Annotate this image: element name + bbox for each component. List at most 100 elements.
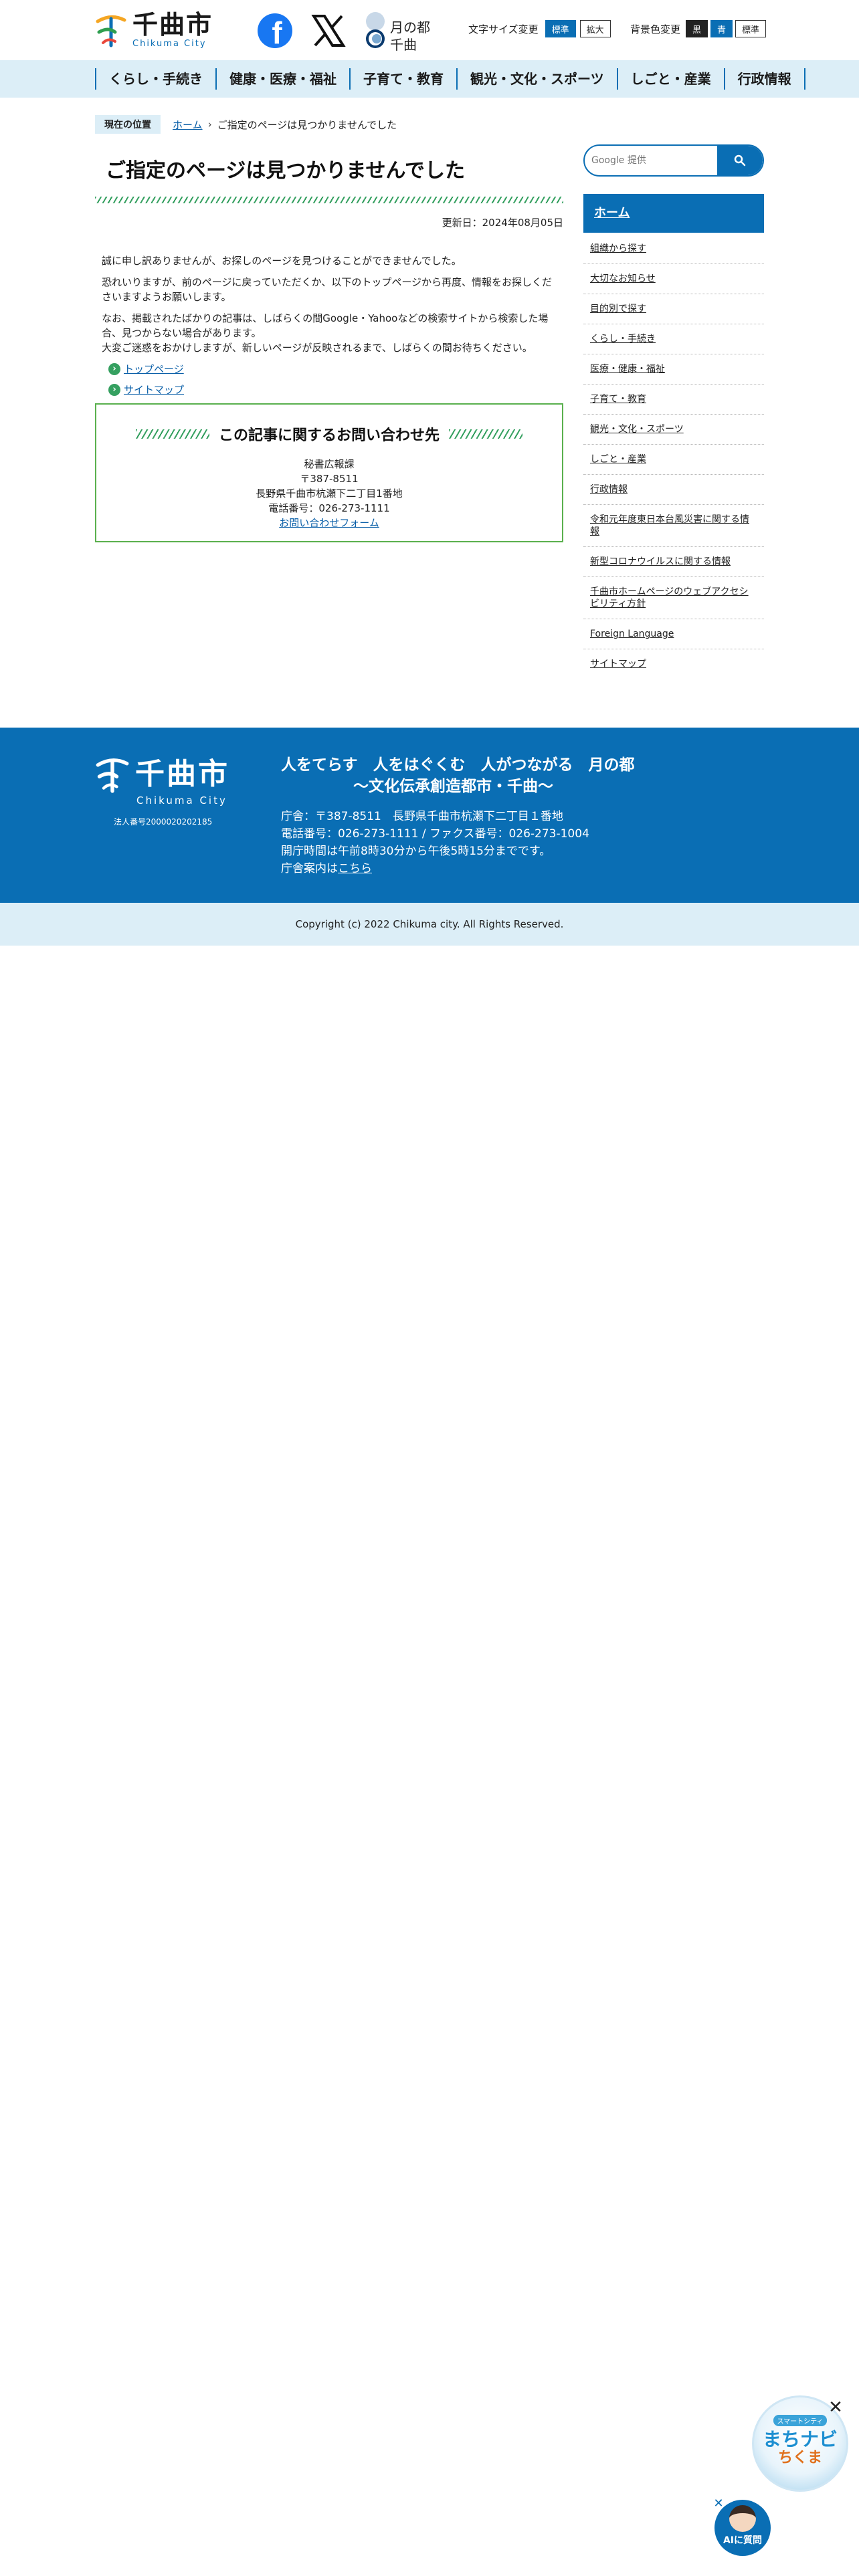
sidebar-item-foreign[interactable]: Foreign Language (590, 629, 674, 639)
inquiry-stripe-left (135, 429, 209, 439)
bg-blue-button[interactable]: 青 (710, 20, 733, 37)
footer-guide: 庁舎案内はこちら (281, 860, 635, 877)
moon-icon (366, 12, 385, 48)
sidebar-item: 組織から探す (583, 234, 764, 264)
close-icon[interactable]: ✕ (826, 2398, 845, 2417)
list-item: › トップページ (108, 362, 563, 376)
chikuma-logo-icon (96, 15, 126, 47)
logo-title: 千曲市 (132, 9, 213, 39)
sidebar-item: サイトマップ (583, 649, 764, 679)
sidebar-item-corona[interactable]: 新型コロナウイルスに関する情報 (590, 556, 731, 567)
breadcrumb-label: 現在の位置 (95, 115, 161, 134)
footer-hours: 開庁時間は午前8時30分から午後5時15分までです。 (281, 845, 551, 858)
background-color-control: 背景色変更 黒 青 標準 (630, 20, 767, 37)
font-size-large-button[interactable]: 拡大 (579, 20, 611, 37)
sidebar-item-oshirase[interactable]: 大切なお知らせ (590, 274, 656, 284)
search-input[interactable] (591, 146, 715, 175)
inquiry-form-link[interactable]: お問い合わせフォーム (279, 517, 379, 529)
search-icon (734, 154, 746, 167)
sidebar-item-kanko[interactable]: 観光・文化・スポーツ (590, 424, 684, 435)
inquiry-stripe-right (449, 429, 522, 439)
top-page-link[interactable]: トップページ (124, 362, 184, 376)
assistant-avatar-icon (729, 2505, 756, 2532)
inquiry-box: この記事に関するお問い合わせ先 秘書広報課 〒387-8511 長野県千曲市杭瀬… (95, 403, 563, 542)
body-text: 誠に申し訳ありませんが、お探しのページを見つけることができませんでした。 恐れい… (95, 253, 563, 355)
paragraph-3: なお、掲載されたばかりの記事は、しばらくの間Google・Yahooなどの検索サ… (102, 312, 549, 339)
title-underline (95, 197, 563, 203)
bg-black-button[interactable]: 黒 (686, 20, 708, 37)
sidebar-home-link[interactable]: ホーム (583, 194, 764, 233)
sidebar-item-accessibility[interactable]: 千曲市ホームページのウェブアクセシビリティ方針 (590, 586, 749, 609)
breadcrumb-current: ご指定のページは見つかりませんでした (217, 118, 397, 131)
nav-item-kosodate[interactable]: 子育て・教育 (349, 68, 456, 90)
sidebar-list: 組織から探す 大切なお知らせ 目的別で探す くらし・手続き 医療・健康・福祉 子… (583, 234, 764, 679)
footer-office: 庁舎：〒387-8511 長野県千曲市杭瀬下二丁目１番地 (281, 810, 563, 823)
footer-slogan: 人をてらす 人をはぐくむ 人がつながる 月の都 (281, 756, 635, 774)
font-size-control: 文字サイズ変更 標準 拡大 (468, 20, 611, 37)
site-logo[interactable]: 千曲市 Chikuma City (95, 11, 214, 49)
corporate-number: 法人番号2000020202185 (114, 817, 213, 827)
nav-item-shigoto[interactable]: しごと・産業 (616, 68, 724, 90)
main-content: ご指定のページは見つかりませんでした 更新日：2024年08月05日 誠に申し訳… (95, 152, 563, 542)
sidebar-item: 目的別で探す (583, 294, 764, 324)
search-button[interactable] (717, 146, 763, 175)
chikuma-logo-icon (96, 758, 129, 793)
bg-standard-button[interactable]: 標準 (735, 20, 767, 37)
sidebar-item: 行政情報 (583, 475, 764, 505)
nav-item-kenko[interactable]: 健康・医療・福祉 (215, 68, 349, 90)
site-search (583, 144, 764, 177)
footer-phone-fax: 電話番号：026-273-1111 / ファクス番号：026-273-1004 (281, 827, 589, 841)
inquiry-dept: 秘書広報課 (304, 458, 355, 470)
paragraph-2: 恐れいりますが、前のページに戻っていただくか、以下のトップページから再度、情報を… (102, 276, 553, 303)
footer-logo-subtitle: Chikuma City (136, 794, 227, 807)
sidebar-item: くらし・手続き (583, 324, 764, 354)
ai-question-label: AIに質問 (723, 2535, 763, 2546)
bg-color-label: 背景色変更 (630, 23, 681, 35)
machinavi-title: まちナビ (762, 2428, 838, 2450)
machinavi-tag: スマートシティ (773, 2415, 827, 2426)
sidebar-item-sitemap[interactable]: サイトマップ (590, 659, 646, 669)
sidebar-item-mokuteki[interactable]: 目的別で探す (590, 304, 646, 314)
sidebar-item: 大切なお知らせ (583, 264, 764, 294)
breadcrumb-home-link[interactable]: ホーム (173, 118, 203, 132)
footer-guide-link[interactable]: こちら (338, 862, 372, 875)
font-size-standard-button[interactable]: 標準 (545, 20, 576, 37)
site-header: 千曲市 Chikuma City f 月の都 千曲 文字サイズ変更 標準 拡大 … (0, 0, 859, 60)
sidebar-item: 子育て・教育 (583, 385, 764, 415)
sidebar-item-shigoto[interactable]: しごと・産業 (590, 454, 646, 465)
link-list: › トップページ › サイトマップ (95, 362, 563, 397)
tsuki-label: 月の都 千曲 (390, 19, 430, 53)
nav-item-kurashi[interactable]: くらし・手続き (95, 68, 215, 90)
page-title: ご指定のページは見つかりませんでした (106, 159, 465, 183)
footer-guide-text: 庁舎案内は (281, 862, 338, 875)
sidebar-item-kurashi[interactable]: くらし・手続き (590, 334, 656, 344)
sidebar-item-taifu[interactable]: 令和元年度東日本台風災害に関する情報 (590, 514, 749, 537)
sidebar-item: 観光・文化・スポーツ (583, 415, 764, 445)
chevron-right-icon: › (108, 383, 120, 396)
copyright: Copyright (c) 2022 Chikuma city. All Rig… (0, 903, 859, 946)
breadcrumb-separator: › (207, 118, 212, 130)
sidebar-item-soshiki[interactable]: 組織から探す (590, 243, 646, 254)
logo-subtitle: Chikuma City (132, 38, 207, 49)
footer-info: 人をてらす 人をはぐくむ 人がつながる 月の都 〜文化伝承創造都市・千曲〜 庁舎… (281, 754, 635, 877)
inquiry-title: この記事に関するお問い合わせ先 (218, 427, 440, 444)
nav-item-kanko[interactable]: 観光・文化・スポーツ (456, 68, 617, 90)
sidebar-item: 医療・健康・福祉 (583, 354, 764, 385)
footer-logo-title: 千曲市 (135, 757, 229, 791)
footer-slogan-sub: 〜文化伝承創造都市・千曲〜 (353, 778, 553, 795)
sidebar-item-gyosei[interactable]: 行政情報 (590, 484, 628, 495)
sidebar-item-kosodate[interactable]: 子育て・教育 (590, 394, 646, 405)
close-icon[interactable]: ✕ (712, 2497, 725, 2510)
paragraph-1: 誠に申し訳ありませんが、お探しのページを見つけることができませんでした。 (102, 255, 462, 267)
sidebar-item-iryo[interactable]: 医療・健康・福祉 (590, 364, 665, 374)
sidebar-item: Foreign Language (583, 619, 764, 649)
footer-logo[interactable]: 千曲市 Chikuma City 法人番号2000020202185 (95, 754, 242, 827)
sidebar-item: 新型コロナウイルスに関する情報 (583, 547, 764, 577)
machinavi-subtitle: ちくま (777, 2450, 822, 2466)
nav-item-gyosei[interactable]: 行政情報 (723, 68, 805, 90)
paragraph-4: 大変ご迷惑をおかけしますが、新しいページが反映されるまで、しばらくの間お待ちくだ… (102, 342, 533, 354)
sitemap-link[interactable]: サイトマップ (124, 383, 184, 397)
tsuki-no-miyako-link[interactable]: 月の都 千曲 (363, 9, 437, 53)
x-twitter-icon[interactable] (311, 13, 346, 48)
facebook-icon[interactable]: f (258, 13, 292, 48)
